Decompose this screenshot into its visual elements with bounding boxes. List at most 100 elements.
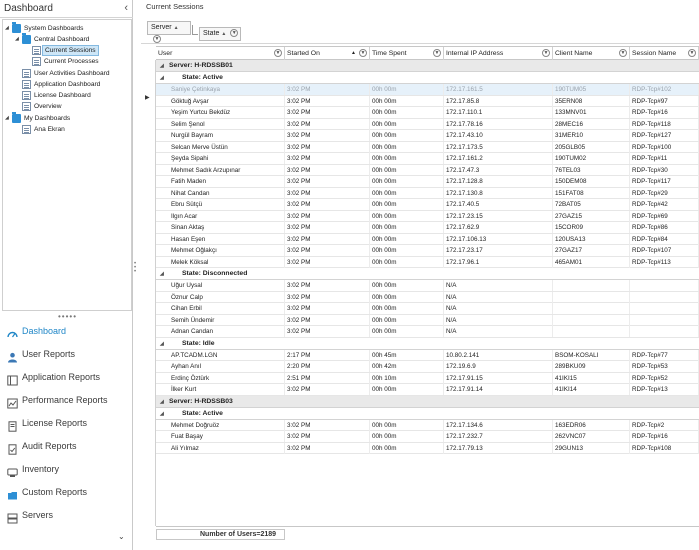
nav-item[interactable]: Audit Reports [0,435,133,458]
table-row[interactable]: Nihat Candan 3:02 PM 00h 00m 172.17.130.8 15… [156,187,699,199]
column-header[interactable]: Time Spent ▼ [370,47,444,60]
collapse-group-icon[interactable]: ◢ [160,338,164,350]
state-group-row[interactable]: ◢ State: Active [156,72,699,84]
table-row[interactable]: Mehmet Sadık Arzupınar 3:02 PM 00h 00m 172.… [156,164,699,176]
table-row[interactable]: Cihan Erbil 3:02 PM 00h 00m N/A [156,303,699,315]
nav-item[interactable]: Inventory [0,458,133,481]
table-row[interactable]: Melek Köksal 3:02 PM 00h 00m 172.17.96.1 465… [156,256,699,268]
filter-icon[interactable]: ▼ [433,49,441,57]
table-cell: 00h 00m [370,314,444,326]
filter-icon[interactable]: ▼ [230,29,239,38]
table-row[interactable]: Mehmet Doğruöz 3:02 PM 00h 00m 172.17.134.6… [156,419,699,431]
server-group-row[interactable]: ◢ Server: H-RDSSB03 [156,395,699,408]
state-group-row[interactable]: ◢ State: Idle [156,337,699,350]
collapse-group-icon[interactable]: ◢ [160,60,164,72]
nav-item[interactable]: Application Reports [0,366,133,389]
table-row[interactable]: Fuat Başay 3:02 PM 00h 00m 172.17.232.7 262V… [156,431,699,443]
table-row[interactable]: Saniye Çetinkaya 3:02 PM 00h 00m 172.17.161… [156,84,699,96]
nav-item[interactable]: Performance Reports [0,389,133,412]
tree-node-label: My Dashboards [24,115,71,122]
table-row[interactable]: Erdinç Öztürk 2:51 PM 00h 10m 172.17.91.15 4… [156,372,699,384]
nav-item[interactable]: Custom Reports [0,481,133,504]
table-cell: 31MER10 [553,130,630,141]
filter-icon[interactable]: ▼ [153,35,161,44]
chevron-down-icon[interactable]: ⌄ [118,532,125,541]
table-row[interactable]: Göktuğ Avşar 3:02 PM 00h 00m 172.17.85.8 35E… [156,95,699,107]
server-group-row[interactable]: ◢ Server: H-RDSSB01 [156,60,699,72]
group-by-server-button[interactable]: Server ▲ ▼ [147,21,191,44]
table-row[interactable]: AP.TCADM.LGN 2:17 PM 00h 45m 10.80.2.141 BSO… [156,349,699,361]
table-row[interactable]: Ayhan Anıl 2:20 PM 00h 42m 172.19.6.9 289BKU… [156,361,699,373]
tree-node-label: System Dashboards [24,25,84,32]
table-row[interactable]: Şeyda Sipahi 3:02 PM 00h 00m 172.17.161.2 19… [156,153,699,165]
table-cell: 163EDR06 [553,419,630,431]
column-header[interactable]: User ▼ [156,47,285,60]
table-cell: 00h 00m [370,291,444,303]
table-row[interactable]: Sinan Aktaş 3:02 PM 00h 00m 172.17.62.9 15CO… [156,222,699,234]
table-cell: 3:02 PM [285,291,370,303]
table-cell [553,314,630,326]
collapse-group-icon[interactable]: ◢ [160,396,164,408]
table-row[interactable]: Ilgın Acar 3:02 PM 00h 00m 172.17.23.15 27GA… [156,210,699,222]
table-row[interactable]: Fatih Maden 3:02 PM 00h 00m 172.17.128.8 150… [156,176,699,188]
tree-node-label: License Dashboard [34,92,91,99]
nav-item[interactable]: Dashboard [0,320,133,343]
sort-ascending-icon: ▲ [173,25,179,31]
filter-icon[interactable]: ▼ [359,49,367,57]
nav-item[interactable]: License Reports [0,412,133,435]
group-by-state-button[interactable]: State ▲ ▼ [199,27,241,41]
table-row[interactable]: Adnan Candan 3:02 PM 00h 00m N/A [156,326,699,338]
table-cell [553,303,630,314]
table-cell [553,280,630,291]
filter-icon[interactable]: ▼ [688,49,696,57]
nav-item[interactable]: User Reports [0,343,133,366]
column-header[interactable]: Started On ▲ ▼ [285,47,370,60]
column-header[interactable]: Internal IP Address ▼ [444,47,553,60]
filter-icon[interactable]: ▼ [274,49,282,57]
table-cell: 172.17.173.5 [444,141,553,153]
expand-arrow-icon[interactable]: ◢ [5,113,11,124]
expand-arrow-icon[interactable]: ◢ [15,34,21,45]
table-cell: 172.17.106.13 [444,233,553,245]
table-row[interactable]: Uğur Uysal 3:02 PM 00h 00m N/A [156,280,699,292]
table-row[interactable]: Mehmet Oğlakçı 3:02 PM 00h 00m 172.17.23.17… [156,245,699,257]
state-group-row[interactable]: ◢ State: Disconnected [156,268,699,280]
document-icon [32,57,41,66]
column-header[interactable]: Session Name ▼ [630,47,699,60]
filter-icon[interactable]: ▼ [619,49,627,57]
table-cell: 00h 00m [370,233,444,245]
table-cell [630,291,699,303]
dashboard-tree[interactable]: ◢ System Dashboards ◢ Central Dashboard Curr… [2,19,132,311]
nav-item-label: License Reports [22,418,88,428]
table-row[interactable]: Selim Şenol 3:02 PM 00h 00m 172.17.78.16 28M… [156,118,699,130]
table-cell: BSOM-KOSALI [553,349,630,361]
table-cell: RDP-Tcp#108 [630,442,699,454]
table-cell: 00h 00m [370,141,444,153]
table-row[interactable]: İlker Kurt 3:02 PM 00h 00m 172.17.91.14 41IK… [156,384,699,396]
table-row[interactable]: Nurgül Bayram 3:02 PM 00h 00m 172.17.43.10 3… [156,130,699,142]
table-cell: 172.17.40.5 [444,199,553,210]
state-group-row[interactable]: ◢ State: Active [156,407,699,420]
table-row[interactable]: Hasan Eşen 3:02 PM 00h 00m 172.17.106.13 120… [156,233,699,245]
table-row[interactable]: Öznur Calp 3:02 PM 00h 00m N/A [156,291,699,303]
table-row[interactable]: Ali Yılmaz 3:02 PM 00h 00m 172.17.79.13 29GU… [156,442,699,454]
table-cell: 00h 00m [370,84,444,95]
expand-arrow-icon[interactable]: ◢ [5,23,11,34]
column-header-label: Started On [287,50,320,57]
table-cell: RDP-Tcp#127 [630,130,699,141]
table-cell: Ebru Sütçü [169,199,285,210]
nav-item[interactable]: Servers [0,504,133,527]
collapse-group-icon[interactable]: ◢ [160,268,164,280]
table-row[interactable]: Semih Ündemir 3:02 PM 00h 00m N/A [156,314,699,326]
vertical-splitter[interactable]: • • • [133,261,137,275]
table-cell: 172.17.79.13 [444,442,553,454]
collapse-group-icon[interactable]: ◢ [160,408,164,420]
table-row[interactable]: Yeşim Yurtcu Bekdüz 3:02 PM 00h 00m 172.17.… [156,107,699,119]
column-header[interactable]: Client Name ▼ [553,47,630,60]
left-pane: Dashboard ‹ ◢ System Dashboards ◢ Central D… [0,0,133,550]
table-row[interactable]: Selcan Merve Üstün 3:02 PM 00h 00m 172.17.1… [156,141,699,153]
collapse-group-icon[interactable]: ◢ [160,72,164,84]
collapse-pane-button[interactable]: ‹ [124,2,128,14]
table-row[interactable]: Ebru Sütçü 3:02 PM 00h 00m 172.17.40.5 72BAT… [156,199,699,211]
filter-icon[interactable]: ▼ [542,49,550,57]
